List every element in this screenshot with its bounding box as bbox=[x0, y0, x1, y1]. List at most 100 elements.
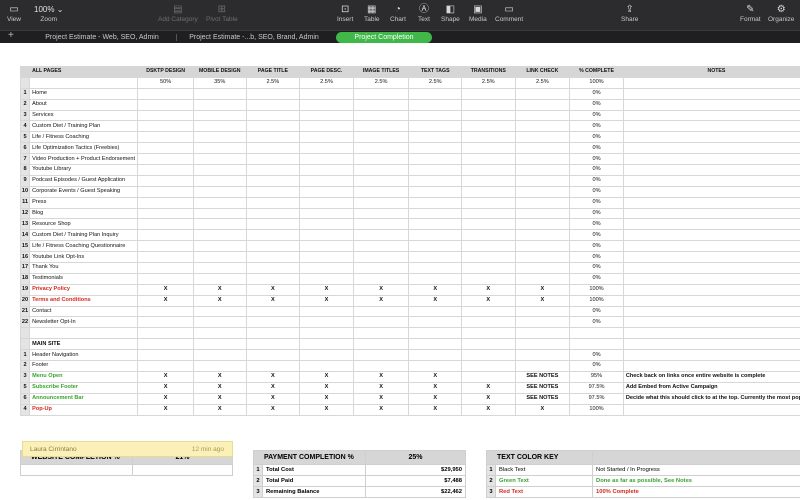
task-cell[interactable] bbox=[460, 87, 516, 100]
page-name-cell[interactable]: Announcement Bar bbox=[29, 392, 139, 405]
task-cell[interactable] bbox=[137, 349, 194, 362]
percent-complete-cell[interactable]: 0% bbox=[569, 196, 624, 209]
task-cell[interactable] bbox=[245, 153, 301, 166]
task-cell[interactable]: X bbox=[299, 403, 354, 416]
page-name-cell[interactable]: Contact bbox=[29, 305, 139, 318]
notes-cell[interactable] bbox=[622, 349, 800, 362]
task-cell[interactable] bbox=[245, 305, 301, 318]
notes-cell[interactable] bbox=[622, 153, 800, 166]
task-cell[interactable] bbox=[460, 131, 516, 144]
blank-cell[interactable] bbox=[352, 338, 410, 351]
notes-cell[interactable] bbox=[622, 164, 800, 176]
task-cell[interactable] bbox=[192, 272, 247, 285]
column-header[interactable]: TEXT TAGS bbox=[408, 66, 462, 78]
task-cell[interactable] bbox=[192, 98, 247, 111]
task-cell[interactable]: SEE NOTES bbox=[514, 392, 571, 405]
task-cell[interactable] bbox=[192, 87, 247, 100]
task-cell[interactable] bbox=[352, 98, 410, 111]
task-cell[interactable] bbox=[192, 229, 247, 242]
blank-cell[interactable] bbox=[408, 338, 462, 351]
task-cell[interactable] bbox=[299, 120, 354, 133]
task-cell[interactable] bbox=[514, 229, 571, 242]
task-cell[interactable] bbox=[514, 196, 571, 209]
task-cell[interactable] bbox=[460, 109, 516, 122]
task-cell[interactable] bbox=[460, 370, 516, 383]
percent-complete-cell[interactable]: 0% bbox=[569, 349, 624, 362]
task-cell[interactable] bbox=[192, 120, 247, 133]
notes-cell[interactable] bbox=[622, 251, 800, 264]
task-cell[interactable]: X bbox=[408, 403, 462, 416]
key-green-value[interactable]: Done as far as possible, See Notes bbox=[592, 475, 800, 487]
task-cell[interactable] bbox=[137, 229, 194, 242]
notes-cell[interactable] bbox=[622, 87, 800, 100]
task-cell[interactable] bbox=[245, 120, 301, 133]
column-header[interactable]: IMAGE TITLES bbox=[352, 66, 410, 78]
page-name-cell[interactable]: Subscribe Footer bbox=[29, 381, 139, 394]
task-cell[interactable] bbox=[245, 185, 301, 198]
task-cell[interactable] bbox=[137, 305, 194, 318]
column-header[interactable]: DSKTP DESIGN bbox=[137, 66, 194, 78]
task-cell[interactable]: X bbox=[514, 294, 571, 307]
task-cell[interactable]: X bbox=[192, 392, 247, 405]
percent-complete-cell[interactable]: 0% bbox=[569, 185, 624, 198]
task-cell[interactable] bbox=[460, 207, 516, 220]
task-cell[interactable] bbox=[408, 120, 462, 133]
task-cell[interactable] bbox=[460, 272, 516, 285]
notes-cell[interactable] bbox=[622, 229, 800, 242]
column-header[interactable]: NOTES bbox=[622, 66, 800, 78]
task-cell[interactable] bbox=[137, 240, 194, 253]
task-cell[interactable]: X bbox=[299, 370, 354, 383]
task-cell[interactable] bbox=[352, 218, 410, 231]
task-cell[interactable] bbox=[514, 120, 571, 133]
page-name-cell[interactable]: Menu Open bbox=[29, 370, 139, 383]
task-cell[interactable] bbox=[137, 142, 194, 155]
page-name-cell[interactable]: Newsletter Opt-In bbox=[29, 316, 139, 329]
blank-cell[interactable] bbox=[299, 327, 354, 340]
task-cell[interactable] bbox=[137, 251, 194, 264]
task-cell[interactable] bbox=[352, 272, 410, 285]
column-header[interactable]: % COMPLETE bbox=[569, 66, 624, 78]
notes-cell[interactable] bbox=[622, 262, 800, 274]
total-paid-value[interactable]: $7,488 bbox=[365, 475, 466, 487]
blank-cell[interactable] bbox=[408, 327, 462, 340]
task-cell[interactable] bbox=[137, 360, 194, 372]
task-cell[interactable] bbox=[352, 109, 410, 122]
task-cell[interactable] bbox=[514, 316, 571, 329]
main-site-label[interactable]: MAIN SITE bbox=[29, 338, 139, 351]
percent-complete-cell[interactable]: 95% bbox=[569, 370, 624, 383]
task-cell[interactable] bbox=[192, 316, 247, 329]
notes-cell[interactable] bbox=[622, 283, 800, 296]
task-cell[interactable] bbox=[137, 196, 194, 209]
weight-cell[interactable]: 2.5% bbox=[460, 76, 516, 89]
page-name-cell[interactable]: Thank You bbox=[29, 262, 139, 274]
task-cell[interactable] bbox=[460, 251, 516, 264]
task-cell[interactable] bbox=[245, 174, 301, 187]
task-cell[interactable] bbox=[299, 153, 354, 166]
task-cell[interactable] bbox=[137, 185, 194, 198]
task-cell[interactable]: X bbox=[192, 381, 247, 394]
task-cell[interactable] bbox=[352, 196, 410, 209]
percent-complete-cell[interactable]: 0% bbox=[569, 174, 624, 187]
task-cell[interactable] bbox=[514, 109, 571, 122]
task-cell[interactable] bbox=[460, 164, 516, 176]
notes-cell[interactable] bbox=[622, 142, 800, 155]
task-cell[interactable] bbox=[245, 349, 301, 362]
percent-complete-cell[interactable]: 0% bbox=[569, 229, 624, 242]
task-cell[interactable] bbox=[352, 142, 410, 155]
task-cell[interactable] bbox=[352, 131, 410, 144]
payment-completion-value[interactable]: 25% bbox=[365, 450, 466, 465]
page-name-cell[interactable]: Youtube Library bbox=[29, 164, 139, 176]
task-cell[interactable]: X bbox=[352, 381, 410, 394]
task-cell[interactable] bbox=[137, 262, 194, 274]
page-name-cell[interactable]: Header Navigation bbox=[29, 349, 139, 362]
task-cell[interactable] bbox=[352, 262, 410, 274]
notes-cell[interactable] bbox=[622, 185, 800, 198]
weight-cell[interactable]: 35% bbox=[192, 76, 247, 89]
notes-cell[interactable] bbox=[622, 316, 800, 329]
page-name-cell[interactable]: Video Production + Product Endorsement bbox=[29, 153, 139, 166]
percent-complete-cell[interactable]: 0% bbox=[569, 109, 624, 122]
percent-complete-cell[interactable]: 0% bbox=[569, 305, 624, 318]
page-name-cell[interactable]: Life Optimization Tactics (Freebies) bbox=[29, 142, 139, 155]
percent-complete-cell[interactable]: 97.5% bbox=[569, 392, 624, 405]
task-cell[interactable] bbox=[137, 120, 194, 133]
